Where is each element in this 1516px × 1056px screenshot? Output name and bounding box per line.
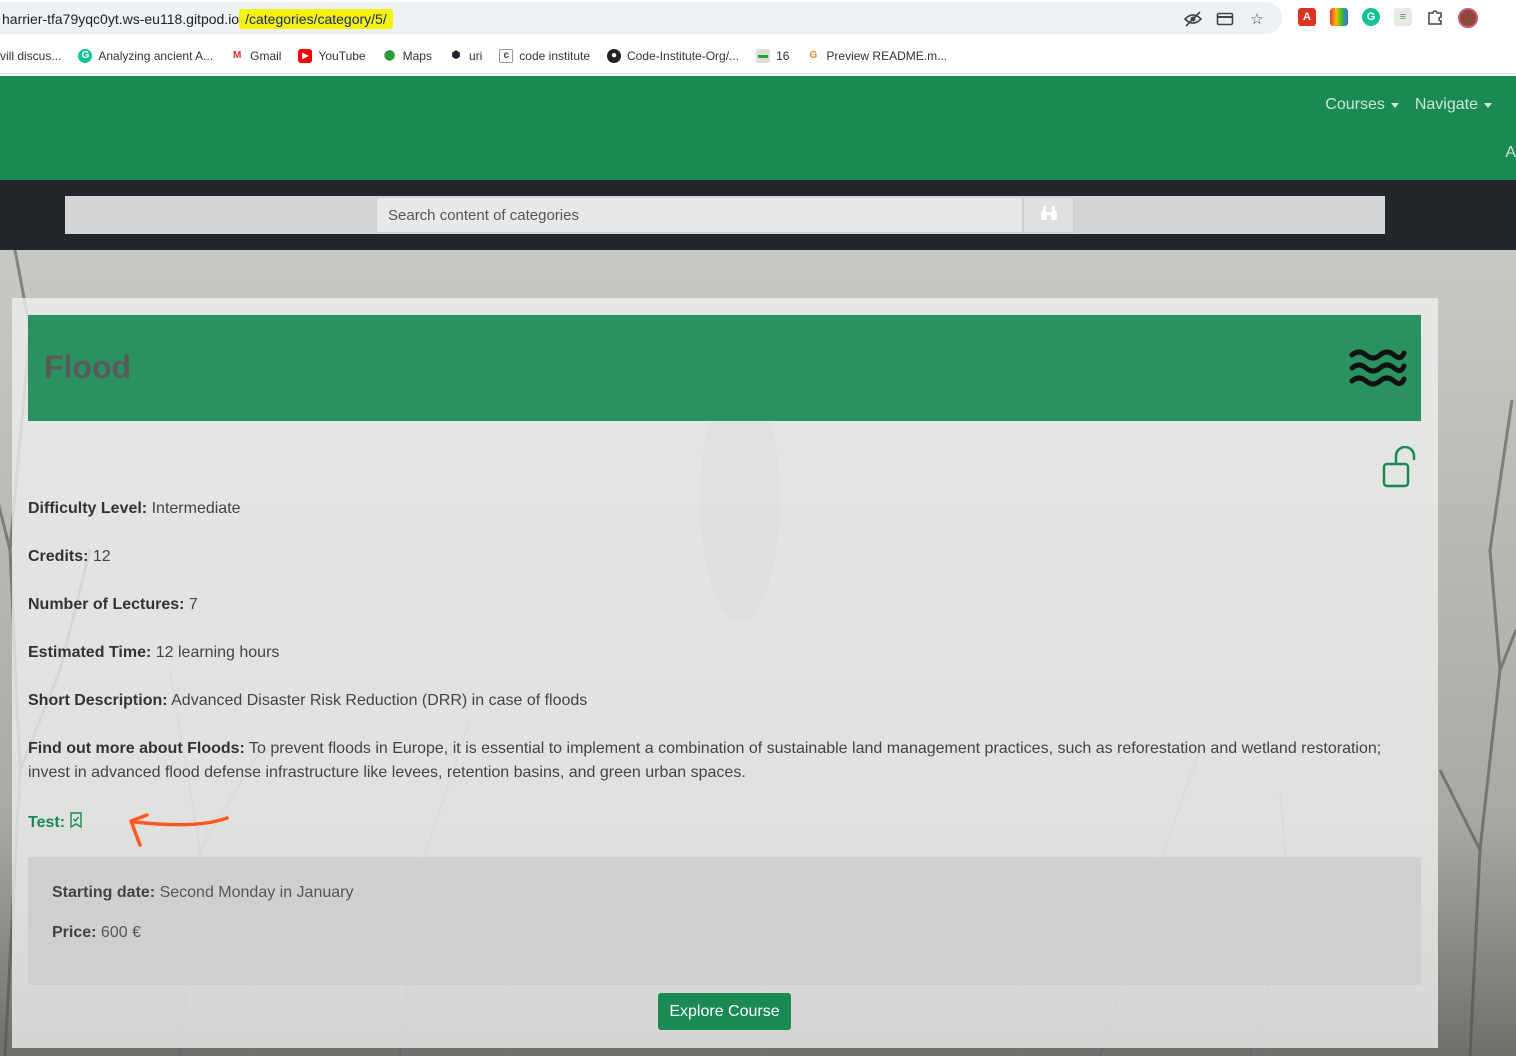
search-bar bbox=[0, 180, 1516, 250]
bookmark-item[interactable]: ● Code-Institute-Org/... bbox=[607, 48, 739, 63]
nav-courses-dropdown[interactable]: Courses bbox=[1325, 96, 1399, 114]
difficulty-value: Intermediate bbox=[151, 500, 241, 517]
maps-pin-icon: ⬤ bbox=[384, 50, 396, 61]
estimated-time-value: 12 learning hours bbox=[155, 644, 280, 661]
more-info-field: Find out more about Floods: To prevent f… bbox=[28, 740, 1382, 781]
search-button[interactable] bbox=[1023, 197, 1074, 233]
bookmark-item[interactable]: ⬢ uri bbox=[449, 49, 483, 63]
bookmark-check-icon bbox=[69, 812, 83, 833]
puzzle-icon[interactable] bbox=[1426, 8, 1444, 26]
eye-off-icon[interactable] bbox=[1184, 10, 1202, 28]
github-icon: ● bbox=[607, 48, 622, 63]
category-title: Flood bbox=[44, 349, 132, 385]
short-description-value: Advanced Disaster Risk Reduction (DRR) i… bbox=[171, 692, 588, 709]
bookmark-item[interactable]: ▬ 16 bbox=[756, 48, 789, 63]
search-input[interactable] bbox=[376, 197, 1023, 233]
url-host: harrier-tfa79yqc0yt.ws-eu118.gitpod.io bbox=[2, 11, 240, 27]
unlocked-icon[interactable] bbox=[1382, 445, 1418, 493]
code-institute-icon: c bbox=[499, 48, 514, 63]
search-container bbox=[65, 196, 1385, 234]
grammarly-extension-icon[interactable]: G bbox=[1362, 8, 1380, 26]
sheet-extension-icon[interactable]: ≡ bbox=[1394, 8, 1412, 26]
bookmark-item[interactable]: ▶ YouTube bbox=[298, 48, 366, 63]
test-link[interactable]: Test: bbox=[28, 812, 83, 833]
grammarly-icon: G bbox=[78, 48, 93, 63]
color-extension-icon[interactable] bbox=[1330, 8, 1348, 26]
gmail-icon: M bbox=[232, 50, 242, 61]
youtube-icon: ▶ bbox=[298, 48, 313, 63]
caret-down-icon bbox=[1390, 102, 1399, 108]
credits-field: Credits: 12 bbox=[28, 548, 111, 565]
bookmark-item[interactable]: G Preview README.m... bbox=[806, 49, 948, 63]
lectures-value: 7 bbox=[188, 596, 198, 613]
credits-value: 12 bbox=[92, 548, 111, 565]
card-icon[interactable] bbox=[1216, 10, 1234, 28]
url-text: harrier-tfa79yqc0yt.ws-eu118.gitpod.io/c… bbox=[2, 9, 393, 29]
hexagon-icon: ⬢ bbox=[451, 50, 461, 61]
bookmark-item[interactable]: G Analyzing ancient A... bbox=[78, 48, 213, 63]
water-waves-icon bbox=[1349, 347, 1407, 394]
starting-date-field: Starting date: Second Monday in January bbox=[52, 884, 354, 901]
course-info-box: Starting date: Second Monday in January … bbox=[28, 857, 1421, 985]
document-icon: ▬ bbox=[756, 48, 771, 63]
price-field: Price: 600 € bbox=[52, 924, 141, 941]
nav-navigate-dropdown[interactable]: Navigate bbox=[1415, 96, 1492, 114]
star-icon[interactable]: ☆ bbox=[1248, 10, 1266, 28]
nav-extra-link[interactable]: A bbox=[1505, 144, 1516, 162]
bookmark-item[interactable]: c code institute bbox=[499, 48, 590, 63]
pdf-extension-icon[interactable]: A bbox=[1298, 8, 1316, 26]
binoculars-icon bbox=[1040, 205, 1058, 226]
estimated-time-field: Estimated Time: 12 learning hours bbox=[28, 644, 280, 661]
category-card: Flood Difficulty Level: Intermediate Cre… bbox=[12, 298, 1438, 1048]
starting-date-value: Second Monday in January bbox=[159, 884, 354, 901]
preview-icon: G bbox=[809, 50, 818, 61]
currency-symbol: € bbox=[132, 924, 141, 941]
category-header: Flood bbox=[28, 315, 1421, 421]
url-path-highlight: /categories/category/5/ bbox=[239, 9, 393, 29]
bookmarks-bar: vill discus... G Analyzing ancient A... M… bbox=[0, 38, 1516, 74]
caret-down-icon bbox=[1484, 102, 1492, 108]
annotation-arrow-icon bbox=[117, 803, 237, 856]
bookmark-item[interactable]: M Gmail bbox=[230, 49, 282, 63]
difficulty-field: Difficulty Level: Intermediate bbox=[28, 500, 241, 517]
lectures-field: Number of Lectures: 7 bbox=[28, 596, 198, 613]
url-field[interactable]: harrier-tfa79yqc0yt.ws-eu118.gitpod.io/c… bbox=[0, 2, 1282, 34]
site-navbar: Courses Navigate A bbox=[0, 76, 1516, 180]
bookmark-item[interactable]: ⬤ Maps bbox=[383, 49, 432, 63]
short-description-field: Short Description: Advanced Disaster Ris… bbox=[28, 692, 588, 709]
profile-avatar[interactable] bbox=[1458, 8, 1478, 28]
explore-course-button[interactable]: Explore Course bbox=[658, 993, 791, 1030]
browser-address-bar: harrier-tfa79yqc0yt.ws-eu118.gitpod.io/c… bbox=[0, 0, 1516, 38]
price-value: 600 bbox=[100, 924, 128, 941]
bookmark-item[interactable]: vill discus... bbox=[0, 49, 61, 63]
